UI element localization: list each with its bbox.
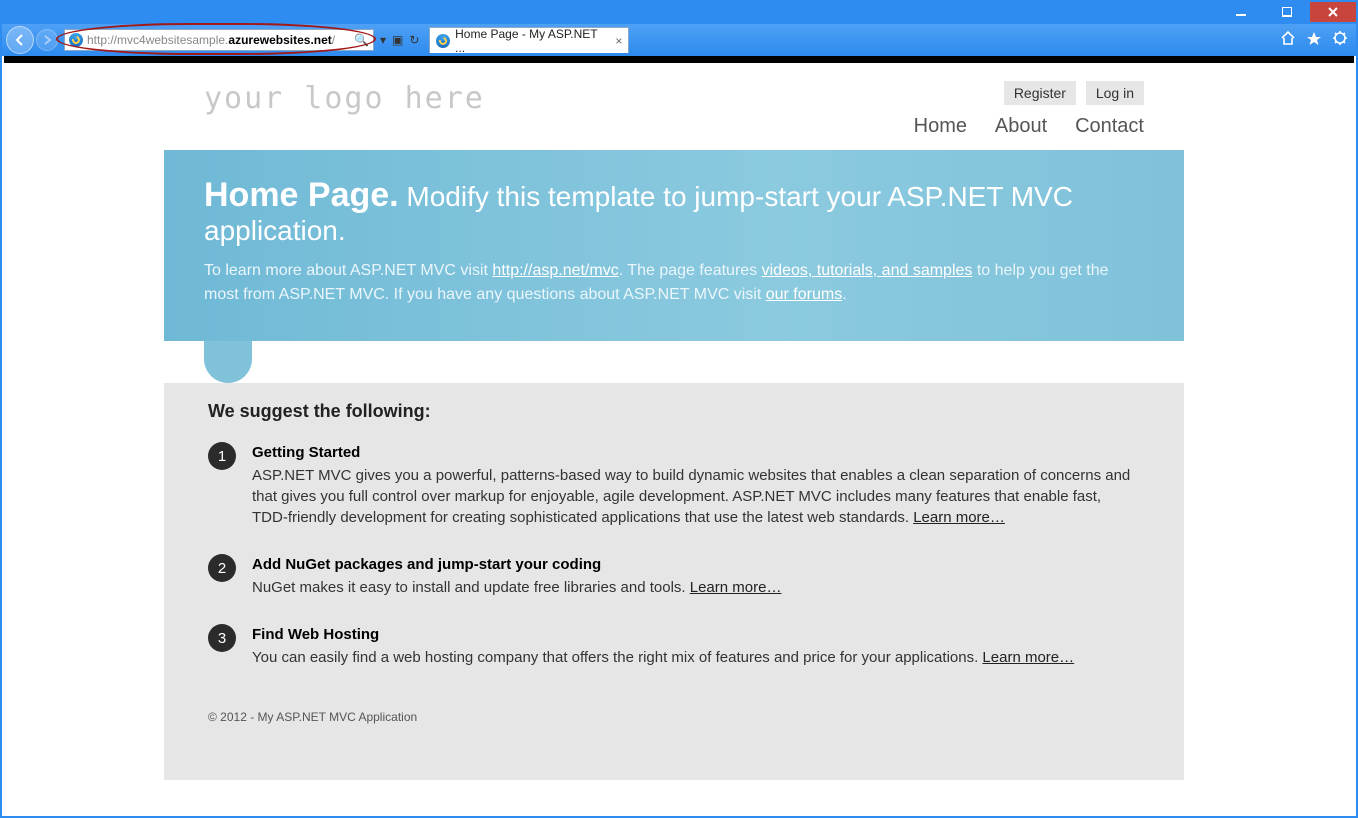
item-title: Getting Started (252, 442, 1140, 463)
hero-link-aspnet[interactable]: http://asp.net/mvc (492, 262, 618, 279)
suggest-heading: We suggest the following: (208, 401, 1140, 422)
page-viewport[interactable]: your logo here Register Log in Home Abou… (4, 56, 1354, 814)
home-icon[interactable] (1280, 30, 1296, 46)
address-bar[interactable]: http://mvc4websitesample.azurewebsites.n… (64, 29, 374, 51)
ie-icon (69, 33, 83, 47)
browser-window: http://mvc4websitesample.azurewebsites.n… (0, 0, 1358, 818)
tab-title: Home Page - My ASP.NET ... (455, 27, 607, 55)
close-button[interactable] (1310, 2, 1356, 22)
minimize-button[interactable] (1218, 2, 1264, 22)
below-hero: We suggest the following: Getting Starte… (164, 341, 1184, 780)
compat-view-icon[interactable]: ▣ (392, 33, 403, 47)
list-item: Find Web Hosting You can easily find a w… (208, 624, 1140, 668)
ie-icon (436, 34, 450, 48)
list-item: Add NuGet packages and jump-start your c… (208, 554, 1140, 598)
window-titlebar (2, 2, 1356, 24)
item-body: NuGet makes it easy to install and updat… (252, 579, 690, 596)
item-body: You can easily find a web hosting compan… (252, 649, 982, 666)
favorites-icon[interactable] (1306, 30, 1322, 46)
suggestion-list: Getting Started ASP.NET MVC gives you a … (208, 442, 1140, 668)
search-icon[interactable]: 🔍 (354, 33, 369, 47)
hero-notch (204, 341, 252, 383)
main-nav: Home About Contact (890, 115, 1144, 138)
dropdown-icon[interactable]: ▾ (380, 33, 386, 47)
hero-paragraph: To learn more about ASP.NET MVC visit ht… (204, 259, 1144, 307)
list-item: Getting Started ASP.NET MVC gives you a … (208, 442, 1140, 528)
nav-contact[interactable]: Contact (1075, 115, 1144, 138)
hero-link-samples[interactable]: videos, tutorials, and samples (762, 262, 973, 279)
nav-home[interactable]: Home (914, 115, 967, 138)
tab-close-icon[interactable]: × (615, 34, 622, 48)
logo-placeholder: your logo here (204, 81, 485, 116)
hero-link-forums[interactable]: our forums (766, 286, 842, 303)
refresh-button[interactable]: ↻ (409, 33, 419, 47)
item-title: Find Web Hosting (252, 624, 1140, 645)
hero-title: Home Page. Modify this template to jump-… (204, 176, 1144, 247)
nav-about[interactable]: About (995, 115, 1047, 138)
browser-toolbar: http://mvc4websitesample.azurewebsites.n… (2, 24, 1356, 56)
login-link[interactable]: Log in (1086, 81, 1144, 105)
item-title: Add NuGet packages and jump-start your c… (252, 554, 1140, 575)
learn-more-link[interactable]: Learn more… (690, 579, 782, 596)
learn-more-link[interactable]: Learn more… (982, 649, 1074, 666)
url-text: http://mvc4websitesample.azurewebsites.n… (87, 33, 350, 47)
tools-icon[interactable] (1332, 30, 1348, 46)
browser-tab[interactable]: Home Page - My ASP.NET ... × (429, 27, 629, 53)
learn-more-link[interactable]: Learn more… (913, 509, 1005, 526)
register-link[interactable]: Register (1004, 81, 1076, 105)
hero-banner: Home Page. Modify this template to jump-… (164, 150, 1184, 341)
toolbar-small-icons: ▾ ▣ ↻ (380, 33, 419, 47)
site-footer: © 2012 - My ASP.NET MVC Application (164, 694, 1184, 740)
site-header: your logo here Register Log in Home Abou… (4, 63, 1344, 150)
back-button[interactable] (6, 26, 34, 54)
maximize-button[interactable] (1264, 2, 1310, 22)
top-black-bar (4, 56, 1354, 63)
forward-button[interactable] (36, 29, 58, 51)
